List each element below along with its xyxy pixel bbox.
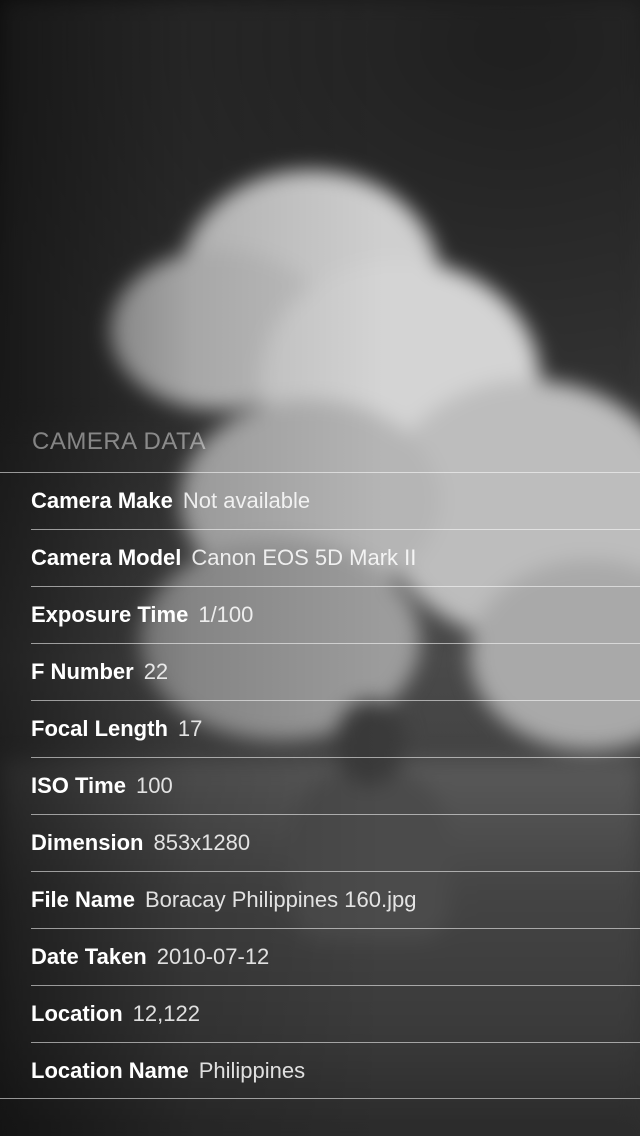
row-value: Boracay Philippines 160.jpg xyxy=(144,887,417,912)
row-value: Canon EOS 5D Mark II xyxy=(191,545,417,570)
row-exposure-time: Exposure Time 1/100 xyxy=(31,586,640,643)
row-value: 853x1280 xyxy=(153,830,251,855)
row-value: 12,122 xyxy=(132,1001,200,1026)
row-label: Date Taken xyxy=(31,944,147,969)
row-location: Location 12,122 xyxy=(31,985,640,1042)
row-value: 100 xyxy=(135,773,173,798)
row-label: Location xyxy=(31,1001,123,1026)
row-label: Dimension xyxy=(31,830,144,855)
row-label: Focal Length xyxy=(31,716,168,741)
section-header: CAMERA DATA xyxy=(32,428,206,455)
row-value: 17 xyxy=(177,716,203,741)
row-label: ISO Time xyxy=(31,773,126,798)
camera-data-screen: CAMERA DATA Camera Make Not available Ca… xyxy=(0,0,640,1136)
row-date-taken: Date Taken 2010-07-12 xyxy=(31,928,640,985)
row-label: F Number xyxy=(31,659,134,684)
list-bottom-divider xyxy=(0,1098,640,1099)
row-value: Philippines xyxy=(198,1058,306,1083)
row-file-name: File Name Boracay Philippines 160.jpg xyxy=(31,871,640,928)
row-label: File Name xyxy=(31,887,135,912)
row-location-name: Location Name Philippines xyxy=(31,1042,640,1099)
row-focal-length: Focal Length 17 xyxy=(31,700,640,757)
row-label: Camera Make xyxy=(31,488,173,513)
row-label: Exposure Time xyxy=(31,602,189,627)
row-camera-model: Camera Model Canon EOS 5D Mark II xyxy=(31,529,640,586)
camera-data-panel: CAMERA DATA Camera Make Not available Ca… xyxy=(0,0,640,1136)
row-label: Location Name xyxy=(31,1058,189,1083)
row-iso-time: ISO Time 100 xyxy=(31,757,640,814)
row-value: 2010-07-12 xyxy=(156,944,270,969)
row-label: Camera Model xyxy=(31,545,182,570)
row-dimension: Dimension 853x1280 xyxy=(31,814,640,871)
row-f-number: F Number 22 xyxy=(31,643,640,700)
camera-data-list: Camera Make Not available Camera Model C… xyxy=(0,472,640,1099)
row-value: 22 xyxy=(143,659,169,684)
row-value: Not available xyxy=(182,488,311,513)
row-value: 1/100 xyxy=(198,602,254,627)
row-camera-make: Camera Make Not available xyxy=(0,472,640,529)
